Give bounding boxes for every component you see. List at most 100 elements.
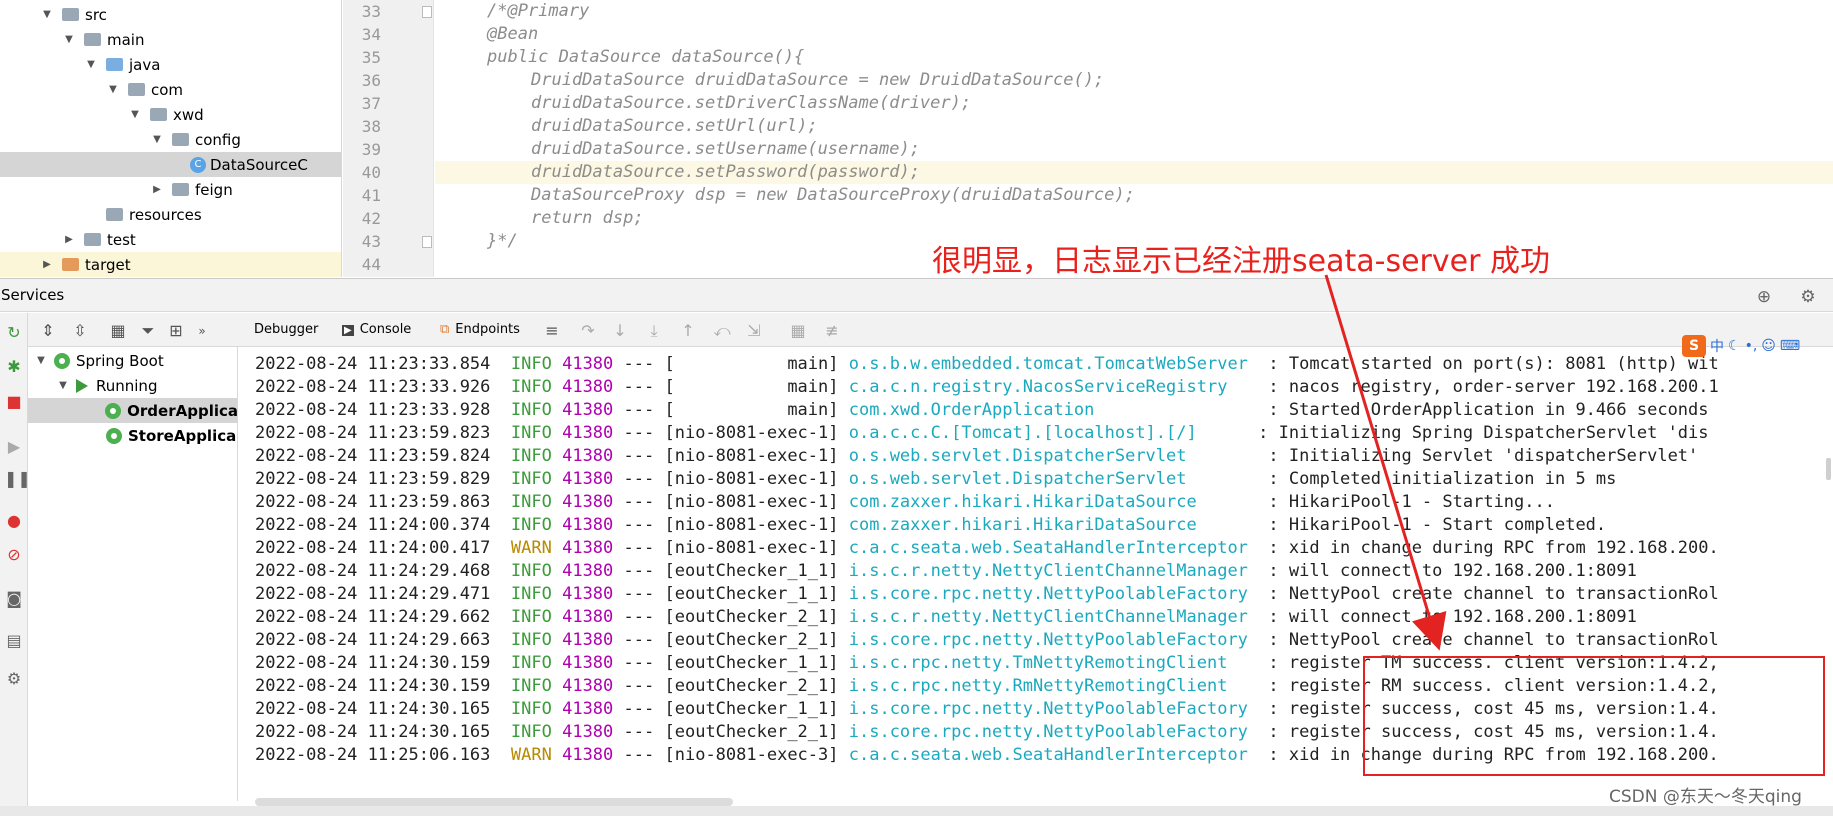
pause-icon[interactable]: ❚❚ xyxy=(4,469,31,489)
line-number: 43 xyxy=(361,232,381,251)
more-icon[interactable]: » xyxy=(192,321,212,341)
crosshair-icon[interactable]: ⊕ xyxy=(1755,288,1773,306)
mute-breakpoints-icon[interactable]: ⊘ xyxy=(4,545,24,565)
settings-icon[interactable]: ⚙ xyxy=(4,669,24,689)
log-line[interactable]: 2022-08-24 11:24:29.471 INFO 41380 --- [… xyxy=(255,583,1719,606)
code-line[interactable]: druidDataSource.setDriverClassName(drive… xyxy=(435,92,1833,115)
tree-item[interactable]: ▼ config xyxy=(0,127,341,152)
tree-item[interactable]: ▼ main xyxy=(0,27,341,52)
chevron-right-icon[interactable]: ▶ xyxy=(42,259,52,270)
force-step-into-icon[interactable]: ⤓ xyxy=(644,321,664,341)
tree-item-label: target xyxy=(85,255,131,274)
code-line[interactable]: return dsp; xyxy=(435,207,1833,230)
vertical-scrollbar[interactable] xyxy=(1826,458,1831,480)
tab-endpoints[interactable]: ⧉ Endpoints xyxy=(440,322,520,337)
add-service-icon[interactable]: ⊞ xyxy=(166,321,186,341)
rerun-icon[interactable]: ↻ xyxy=(4,323,24,343)
line-number: 34 xyxy=(361,25,381,44)
log-line[interactable]: 2022-08-24 11:24:00.417 WARN 41380 --- [… xyxy=(255,537,1719,560)
log-line[interactable]: 2022-08-24 11:23:33.854 INFO 41380 --- [… xyxy=(255,353,1719,376)
fold-icon[interactable] xyxy=(422,6,432,18)
log-line[interactable]: 2022-08-24 11:23:59.863 INFO 41380 --- [… xyxy=(255,491,1555,514)
code-line[interactable]: DruidDataSource druidDataSource = new Dr… xyxy=(435,69,1833,92)
code-line[interactable]: druidDataSource.setUrl(url); xyxy=(435,115,1833,138)
log-logger: i.s.core.rpc.netty.NettyPoolableFactory xyxy=(848,584,1259,604)
drop-frame-icon[interactable]: ⤺ xyxy=(712,321,732,341)
log-line[interactable]: 2022-08-24 11:23:33.926 INFO 41380 --- [… xyxy=(255,376,1719,399)
evaluate-icon[interactable]: ▦ xyxy=(788,321,808,341)
tree-item[interactable]: ▼ src xyxy=(0,2,341,27)
log-line[interactable]: 2022-08-24 11:23:33.928 INFO 41380 --- [… xyxy=(255,399,1709,422)
tree-item[interactable]: C DataSourceC xyxy=(0,152,341,177)
menu-icon[interactable]: ≡ xyxy=(542,321,562,341)
tree-item[interactable]: ▶ feign xyxy=(0,177,341,202)
chevron-down-icon[interactable]: ▼ xyxy=(130,109,140,120)
expand-all-icon[interactable]: ⇕ xyxy=(38,321,58,341)
code-line[interactable]: druidDataSource.setUsername(username); xyxy=(435,138,1833,161)
chevron-down-icon[interactable]: ▼ xyxy=(86,59,96,70)
service-item[interactable]: ▼ Running xyxy=(28,373,237,398)
log-message: : Completed initialization in 5 ms xyxy=(1268,469,1617,489)
code-line[interactable]: public DataSource dataSource(){ xyxy=(435,46,1833,69)
debug-icon[interactable]: ✱ xyxy=(4,357,24,377)
camera-icon[interactable]: ◙ xyxy=(4,589,24,609)
tree-item[interactable]: ▶ target xyxy=(0,252,341,277)
collapse-all-icon[interactable]: ⇳ xyxy=(70,321,90,341)
log-line[interactable]: 2022-08-24 11:23:59.823 INFO 41380 --- [… xyxy=(255,422,1709,445)
log-logger: i.s.c.r.netty.NettyClientChannelManager xyxy=(848,561,1259,581)
breakpoints-icon[interactable]: ● xyxy=(4,511,24,531)
step-out-icon[interactable]: ↑ xyxy=(678,321,698,341)
tree-item[interactable]: resources xyxy=(0,202,341,227)
ime-toolbar[interactable]: S 中 ☾ •, ☺ ⌨ xyxy=(1682,335,1800,357)
log-line[interactable]: 2022-08-24 11:23:59.824 INFO 41380 --- [… xyxy=(255,445,1698,468)
stop-icon[interactable]: ■ xyxy=(4,392,24,412)
code-line[interactable]: /*@Primary xyxy=(435,0,1833,23)
log-timestamp: 2022-08-24 11:24:30.159 xyxy=(255,676,491,696)
horizontal-scrollbar[interactable] xyxy=(255,798,733,806)
chevron-down-icon[interactable]: ▼ xyxy=(108,84,118,95)
fold-icon[interactable] xyxy=(422,236,432,248)
code-line[interactable]: @Bean xyxy=(435,23,1833,46)
tree-item[interactable]: ▼ java xyxy=(0,52,341,77)
log-line[interactable]: 2022-08-24 11:23:59.829 INFO 41380 --- [… xyxy=(255,468,1616,491)
service-item[interactable]: StoreApplica xyxy=(28,423,237,448)
log-line[interactable]: 2022-08-24 11:24:00.374 INFO 41380 --- [… xyxy=(255,514,1606,537)
step-into-icon[interactable]: ↓ xyxy=(610,321,630,341)
resume-icon[interactable]: ▶ xyxy=(4,437,24,457)
tree-item[interactable]: ▼ com xyxy=(0,77,341,102)
trace-icon[interactable]: ≢ xyxy=(822,321,842,341)
chevron-down-icon[interactable]: ▼ xyxy=(42,9,52,20)
code-line[interactable]: druidDataSource.setPassword(password); xyxy=(435,161,1833,184)
log-level: INFO xyxy=(510,653,552,673)
layout-icon[interactable]: ▤ xyxy=(4,631,24,651)
chevron-right-icon[interactable]: ▶ xyxy=(64,234,74,245)
log-pid: 41380 xyxy=(562,561,614,581)
service-item[interactable]: OrderApplica xyxy=(28,398,237,423)
code-line[interactable]: DataSourceProxy dsp = new DataSourceProx… xyxy=(435,184,1833,207)
log-line[interactable]: 2022-08-24 11:24:29.468 INFO 41380 --- [… xyxy=(255,560,1637,583)
chevron-down-icon[interactable]: ▼ xyxy=(36,355,46,366)
log-thread: [nio-8081-exec-1] xyxy=(664,469,839,489)
tab-debugger[interactable]: Debugger xyxy=(254,322,318,337)
run-to-cursor-icon[interactable]: ⇲ xyxy=(744,321,764,341)
log-message: : HikariPool-1 - Starting... xyxy=(1268,492,1555,512)
service-item[interactable]: ▼ Spring Boot xyxy=(28,348,237,373)
tab-console[interactable]: ▶ Console xyxy=(342,322,411,337)
gear-icon[interactable]: ⚙ xyxy=(1799,288,1817,306)
group-icon[interactable]: ▦ xyxy=(108,321,128,341)
log-line[interactable]: 2022-08-24 11:24:29.662 INFO 41380 --- [… xyxy=(255,606,1637,629)
filter-icon[interactable]: ⏷ xyxy=(138,321,158,341)
log-line[interactable]: 2022-08-24 11:24:29.663 INFO 41380 --- [… xyxy=(255,629,1719,652)
step-over-icon[interactable]: ↷ xyxy=(578,321,598,341)
chevron-right-icon[interactable]: ▶ xyxy=(152,184,162,195)
tree-item[interactable]: ▼ xwd xyxy=(0,102,341,127)
chevron-down-icon[interactable]: ▼ xyxy=(64,34,74,45)
chevron-down-icon[interactable]: ▼ xyxy=(58,380,68,391)
chevron-down-icon[interactable]: ▼ xyxy=(152,134,162,145)
log-thread: [nio-8081-exec-3] xyxy=(664,745,839,765)
tree-item[interactable]: ▶ test xyxy=(0,227,341,252)
